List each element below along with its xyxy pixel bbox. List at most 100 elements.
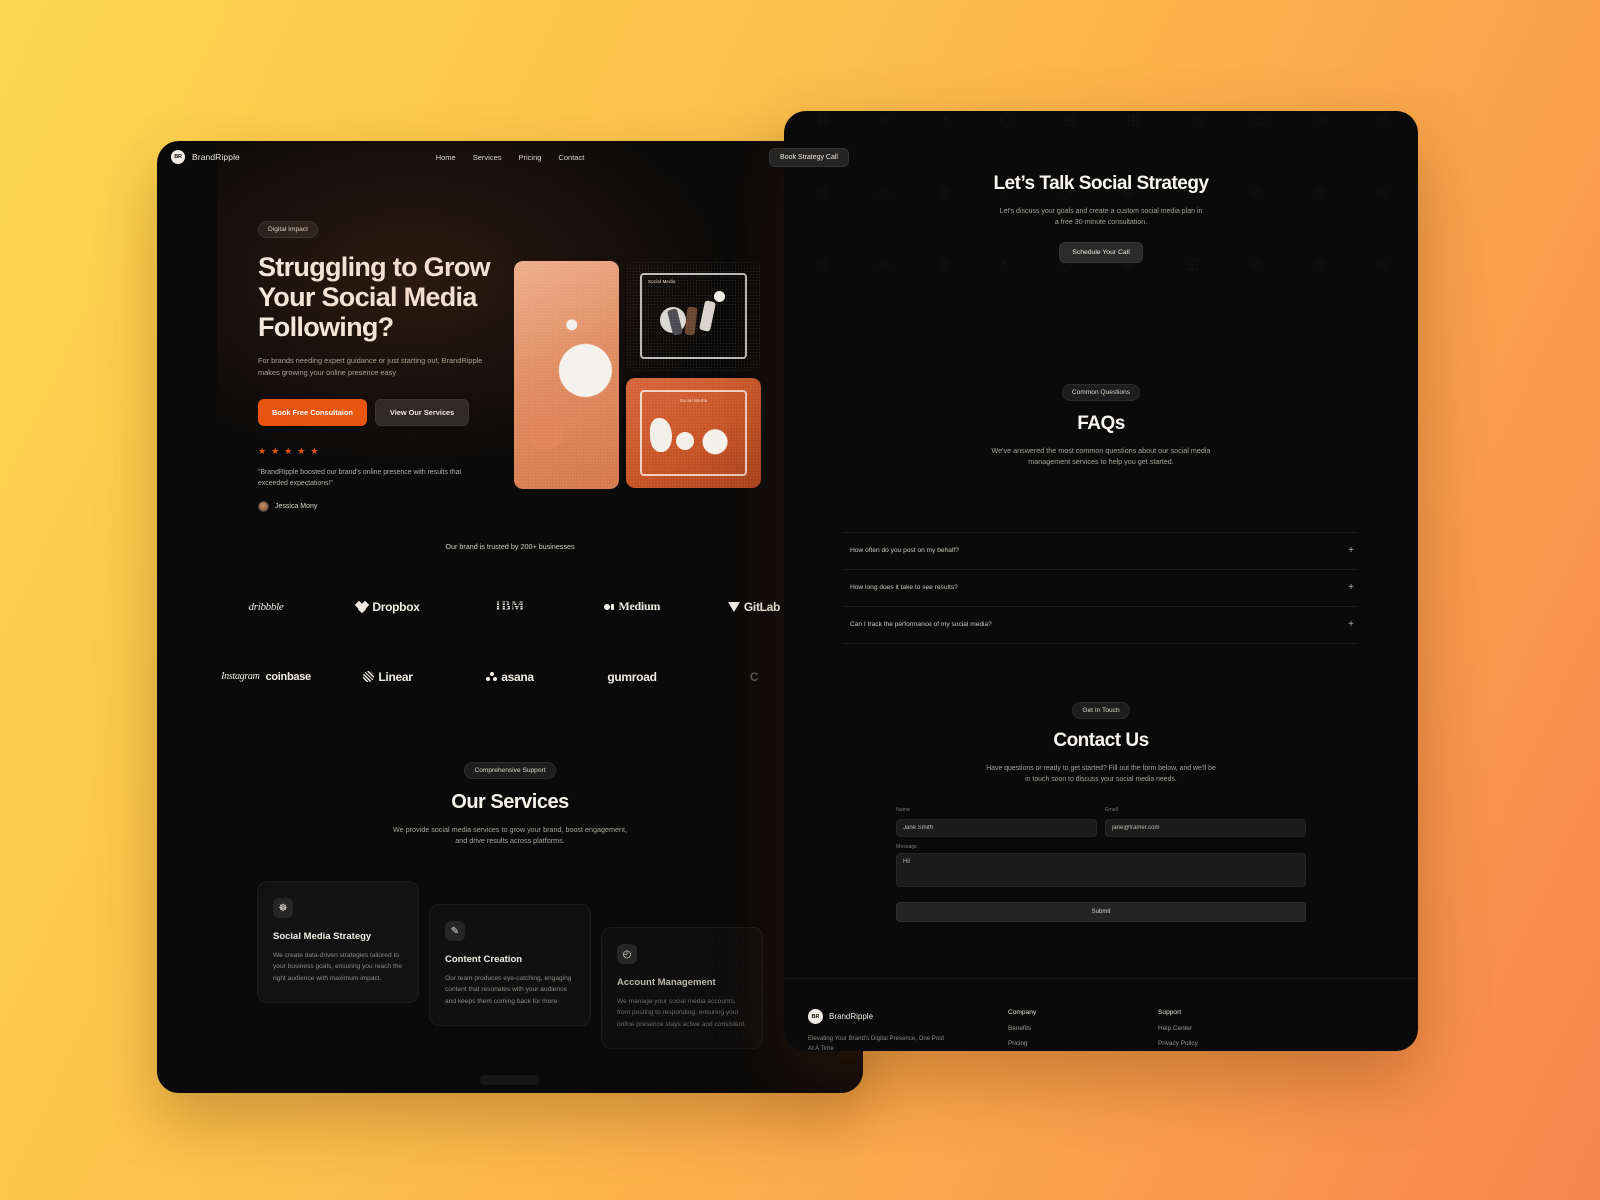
hero-section: Digital Impact Struggling to Grow Your S… [157, 141, 863, 512]
services-badge: Comprehensive Support [464, 761, 556, 779]
star-icon: ★ [310, 445, 319, 456]
name-label: Name [896, 807, 910, 814]
logo-medium: Medium [571, 599, 693, 614]
right-browser-panel: ⌘ # ◔ ⬡ ⊕ ⊞ ⊘ ⊜ ∞ # ⊜ ∞ # ◔ ⬡ ⊕ ⊞ ⊘ ⊜ ∞ … [784, 111, 1418, 1051]
hero-title: Struggling to Grow Your Social Media Fol… [258, 252, 491, 343]
testimonial-author: Jessica Mony [258, 500, 863, 512]
hero-art-label-2: Social Media [679, 398, 708, 403]
footer-column-heading: Company [1008, 1009, 1037, 1017]
hero-subtitle: For brands needing expert guidance or ju… [258, 355, 483, 377]
nav-links: Home Services Pricing Contact [436, 153, 585, 162]
nav-item-pricing[interactable]: Pricing [518, 153, 541, 162]
footer-column-support: Support Help Center Privacy Policy Terms… [1158, 1009, 1308, 1051]
plus-icon[interactable]: + [1348, 582, 1354, 593]
reviewer-name: Jessica Mony [275, 502, 318, 510]
service-card[interactable]: ◴ Account Management We manage your soci… [601, 927, 763, 1050]
hero-badge: Digital Impact [258, 221, 318, 238]
footer-link-help-center[interactable]: Help Center [1158, 1025, 1308, 1032]
email-field-group: Email [1105, 807, 1306, 838]
avatar [258, 500, 269, 512]
left-browser-panel: BR BrandRipple Home Services Pricing Con… [157, 141, 863, 1093]
star-icon: ★ [258, 445, 267, 456]
nav-item-home[interactable]: Home [436, 153, 456, 162]
figure-shape [699, 300, 716, 332]
image-frame [640, 273, 747, 359]
service-card-title: Social Media Strategy [273, 931, 372, 943]
faq-question: How long does it take to see results? [850, 584, 958, 592]
hero-art-label-1: Social Media [648, 279, 676, 284]
faq-question: How often do you post on my behalf? [850, 547, 959, 555]
cta-title: Let’s Talk Social Strategy [993, 173, 1209, 194]
logo-icon: BR [171, 150, 185, 164]
plus-icon[interactable]: + [1348, 619, 1354, 630]
email-label: Email [1105, 807, 1118, 814]
star-icon: ★ [271, 445, 280, 456]
hero-image-tall [514, 261, 619, 489]
services-section: Comprehensive Support Our Services We pr… [157, 759, 863, 1050]
footer-link-pricing[interactable]: Pricing [1008, 1040, 1158, 1047]
contact-section: Get In Touch Contact Us Have questions o… [784, 699, 1418, 923]
brain-icon: ☸ [273, 898, 293, 919]
trusted-headline: Our brand is trusted by 200+ businesses [445, 541, 575, 551]
figure-shape [684, 306, 698, 336]
dropbox-icon [355, 600, 370, 614]
image-frame [640, 390, 747, 476]
service-card[interactable]: ✎ Content Creation Our team produces eye… [429, 904, 591, 1027]
contact-badge: Get In Touch [1072, 701, 1130, 719]
medium-icon [603, 603, 615, 610]
figure-shape [667, 308, 683, 336]
footer-tagline: Elevating Your Brand's Digital Presence,… [808, 1035, 944, 1051]
book-free-consultation-button[interactable]: Book Free Consultaion [258, 398, 367, 426]
services-cards: ☸ Social Media Strategy We create data-d… [157, 881, 863, 1050]
email-input[interactable] [1105, 819, 1306, 838]
logo-dropbox: Dropbox [327, 600, 449, 614]
logo-gumroad: gumroad [607, 669, 657, 684]
blob-shape [650, 418, 672, 452]
faq-question: Can I track the performance of my social… [850, 621, 992, 629]
cta-section: Let’s Talk Social Strategy Let's discuss… [784, 111, 1418, 263]
footer-brand: BR BrandRipple Elevating Your Brand's Di… [808, 1009, 1008, 1051]
nav-item-contact[interactable]: Contact [558, 153, 584, 162]
contact-title: Contact Us [1053, 729, 1149, 751]
view-our-services-button[interactable]: View Our Services [374, 398, 470, 426]
footer-link-benefits[interactable]: Benefits [1008, 1025, 1158, 1032]
blob-shape [676, 432, 694, 450]
faq-item[interactable]: Can I track the performance of my social… [844, 605, 1358, 644]
blob-shape [660, 307, 686, 333]
name-input[interactable] [896, 819, 1097, 838]
contact-form: Name Email Message Hi! Submit [896, 807, 1306, 923]
cta-subtitle: Let's discuss your goals and create a cu… [999, 208, 1203, 227]
footer-column-company: Company Benefits Pricing Contact Us [1008, 1009, 1158, 1051]
clock-icon: ◴ [617, 944, 637, 965]
footer-link-privacy-policy[interactable]: Privacy Policy [1158, 1040, 1308, 1047]
footer-brand-name: BrandRipple [829, 1012, 874, 1022]
faq-item[interactable]: How often do you post on my behalf? + [844, 531, 1358, 569]
logo-row-primary: dribbble Dropbox IBM Medium GitLab [157, 599, 863, 615]
submit-button[interactable]: Submit [896, 902, 1306, 923]
message-label: Message [896, 844, 918, 851]
message-textarea[interactable]: Hi! [896, 853, 1306, 888]
star-icon: ★ [284, 445, 293, 456]
schedule-your-call-button[interactable]: Schedule Your Call [1059, 241, 1143, 263]
linear-icon [363, 671, 375, 683]
nav-item-services[interactable]: Services [473, 153, 502, 162]
book-strategy-call-button[interactable]: Book Strategy Call [769, 147, 849, 167]
brand-name: BrandRipple [192, 152, 240, 162]
contact-subtitle: Have questions or ready to get started? … [986, 764, 1216, 784]
hero-image-top: Social Media [626, 261, 761, 371]
service-card[interactable]: ☸ Social Media Strategy We create data-d… [257, 881, 419, 1004]
hero-image-bottom: Social Media [626, 378, 761, 488]
logo-dribbble: dribbble [248, 600, 284, 613]
footer-column-heading: Support [1158, 1009, 1182, 1017]
asana-icon [486, 672, 498, 682]
service-card-title: Content Creation [445, 954, 523, 966]
message-field-group: Message Hi! [896, 844, 1306, 892]
footer-logo-icon: BR [808, 1009, 823, 1025]
logo-instagram-coinbase: Instagram coinbase [221, 670, 311, 683]
plus-icon[interactable]: + [1348, 545, 1354, 556]
blob-shape [714, 291, 725, 302]
faq-item[interactable]: How long does it take to see results? + [844, 568, 1358, 606]
hero-artwork: Social Media Social Media [514, 261, 761, 489]
bottom-placeholder-pill [480, 1075, 540, 1085]
brand[interactable]: BR BrandRipple [171, 150, 240, 164]
